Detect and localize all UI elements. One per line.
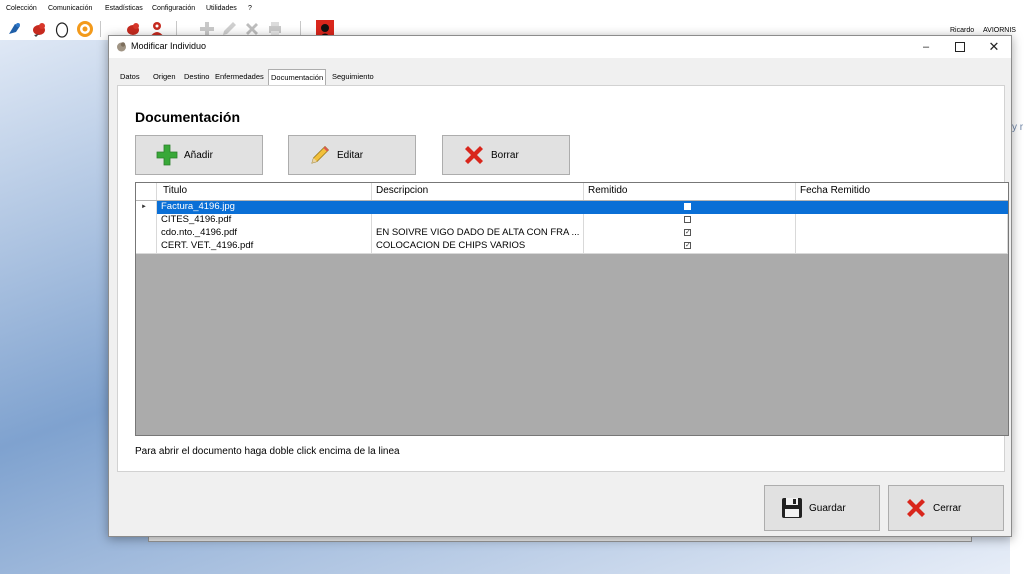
row-selector-icon: ► <box>136 201 157 214</box>
cell-fecha <box>796 227 1008 240</box>
menu-help[interactable]: ? <box>248 5 252 12</box>
tab-enfermedades[interactable]: Enfermedades <box>215 72 264 85</box>
cell-remitido <box>584 201 796 214</box>
maximize-button[interactable] <box>943 36 977 58</box>
column-header-remitido[interactable]: Remitido <box>584 183 796 200</box>
menu-comunicacion[interactable]: Comunicación <box>48 5 92 12</box>
tab-destino[interactable]: Destino <box>184 72 209 85</box>
chick-icon[interactable] <box>76 20 94 38</box>
cell-fecha <box>796 240 1008 253</box>
right-panel-strip: y r <box>1010 40 1024 574</box>
column-header-descripcion[interactable]: Descripcion <box>372 183 584 200</box>
delete-button-label: Borrar <box>491 149 519 161</box>
main-menubar: Colección Comunicación Estadísticas Conf… <box>0 0 1024 18</box>
menu-utilidades[interactable]: Utilidades <box>206 5 237 12</box>
add-button-label: Añadir <box>184 149 213 161</box>
edit-button[interactable]: Editar <box>288 135 416 175</box>
remitido-checkbox[interactable] <box>684 203 691 210</box>
cell-descripcion <box>372 201 584 214</box>
bird-red-icon[interactable] <box>30 20 48 38</box>
user-org: AVIORNIS <box>983 27 1016 34</box>
table-row[interactable]: cdo.nto._4196.pdf EN SOIVRE VIGO DADO DE… <box>136 227 1008 241</box>
row-header <box>136 240 157 253</box>
pencil-icon <box>311 145 330 164</box>
column-header-fecha-remitido[interactable]: Fecha Remitido <box>796 183 1008 200</box>
dialog-title: Modificar Individuo <box>131 41 207 51</box>
cell-titulo: cdo.nto._4196.pdf <box>157 227 372 240</box>
toolbar-separator <box>100 21 101 37</box>
menu-coleccion[interactable]: Colección <box>6 5 37 12</box>
hint-text: Para abrir el documento haga doble click… <box>135 446 400 457</box>
cell-remitido: ✓ <box>584 240 796 253</box>
save-button[interactable]: Guardar <box>764 485 880 531</box>
tab-datos[interactable]: Datos <box>120 72 140 85</box>
cell-fecha <box>796 201 1008 214</box>
remitido-checkbox[interactable] <box>684 216 691 223</box>
menu-estadisticas[interactable]: Estadísticas <box>105 5 143 12</box>
column-header-titulo[interactable]: Titulo <box>157 183 372 200</box>
row-header <box>136 227 157 240</box>
app-icon <box>117 42 126 52</box>
delete-button[interactable]: Borrar <box>442 135 570 175</box>
delete-x-icon <box>465 146 483 164</box>
close-window-button[interactable]: ✕ <box>977 36 1011 58</box>
bird-blue-icon[interactable] <box>6 20 24 38</box>
cell-descripcion: COLOCACION DE CHIPS VARIOS <box>372 240 584 253</box>
section-title: Documentación <box>135 109 241 125</box>
edit-button-label: Editar <box>337 149 364 161</box>
tab-origen[interactable]: Origen <box>153 72 176 85</box>
floppy-disk-icon <box>782 498 802 518</box>
remitido-checkbox[interactable]: ✓ <box>684 242 691 249</box>
cell-titulo: Factura_4196.jpg <box>157 201 372 214</box>
user-name: Ricardo <box>950 27 975 34</box>
documents-grid: Titulo Descripcion Remitido Fecha Remiti… <box>135 182 1009 436</box>
documentation-tab-page: Documentación Añadir Editar Borrar Titul… <box>117 85 1009 472</box>
close-button-label: Cerrar <box>933 502 962 514</box>
minimize-button[interactable]: – <box>909 36 943 58</box>
cell-fecha <box>796 214 1008 227</box>
cell-titulo: CERT. VET._4196.pdf <box>157 240 372 253</box>
table-row[interactable]: CERT. VET._4196.pdf COLOCACION DE CHIPS … <box>136 240 1008 254</box>
cell-descripcion: EN SOIVRE VIGO DADO DE ALTA CON FRA ... <box>372 227 584 240</box>
tab-seguimiento[interactable]: Seguimiento <box>332 72 374 85</box>
dialog-titlebar[interactable]: Modificar Individuo – ✕ <box>109 36 1011 58</box>
egg-icon[interactable] <box>53 20 71 38</box>
cell-descripcion <box>372 214 584 227</box>
plus-icon <box>156 144 178 166</box>
minimize-icon: – <box>922 41 930 53</box>
menu-configuracion[interactable]: Configuración <box>152 5 195 12</box>
close-icon: ✕ <box>988 39 1000 54</box>
grid-header: Titulo Descripcion Remitido Fecha Remiti… <box>136 183 1008 201</box>
cell-titulo: CITES_4196.pdf <box>157 214 372 227</box>
add-button[interactable]: Añadir <box>135 135 263 175</box>
cell-remitido: ✓ <box>584 227 796 240</box>
row-header <box>136 214 157 227</box>
row-header-corner <box>136 183 157 200</box>
save-button-label: Guardar <box>809 502 846 514</box>
maximize-icon <box>955 42 965 52</box>
tab-documentacion[interactable]: Documentación <box>268 69 327 86</box>
cell-remitido <box>584 214 796 227</box>
remitido-checkbox[interactable]: ✓ <box>684 229 691 236</box>
close-x-icon <box>907 499 925 517</box>
table-row[interactable]: CITES_4196.pdf <box>136 214 1008 228</box>
table-row[interactable]: ► Factura_4196.jpg <box>136 201 1008 215</box>
close-button[interactable]: Cerrar <box>888 485 1004 531</box>
modify-individual-dialog: Modificar Individuo – ✕ Datos Origen Des… <box>108 35 1012 537</box>
side-text: y r <box>1012 122 1024 133</box>
